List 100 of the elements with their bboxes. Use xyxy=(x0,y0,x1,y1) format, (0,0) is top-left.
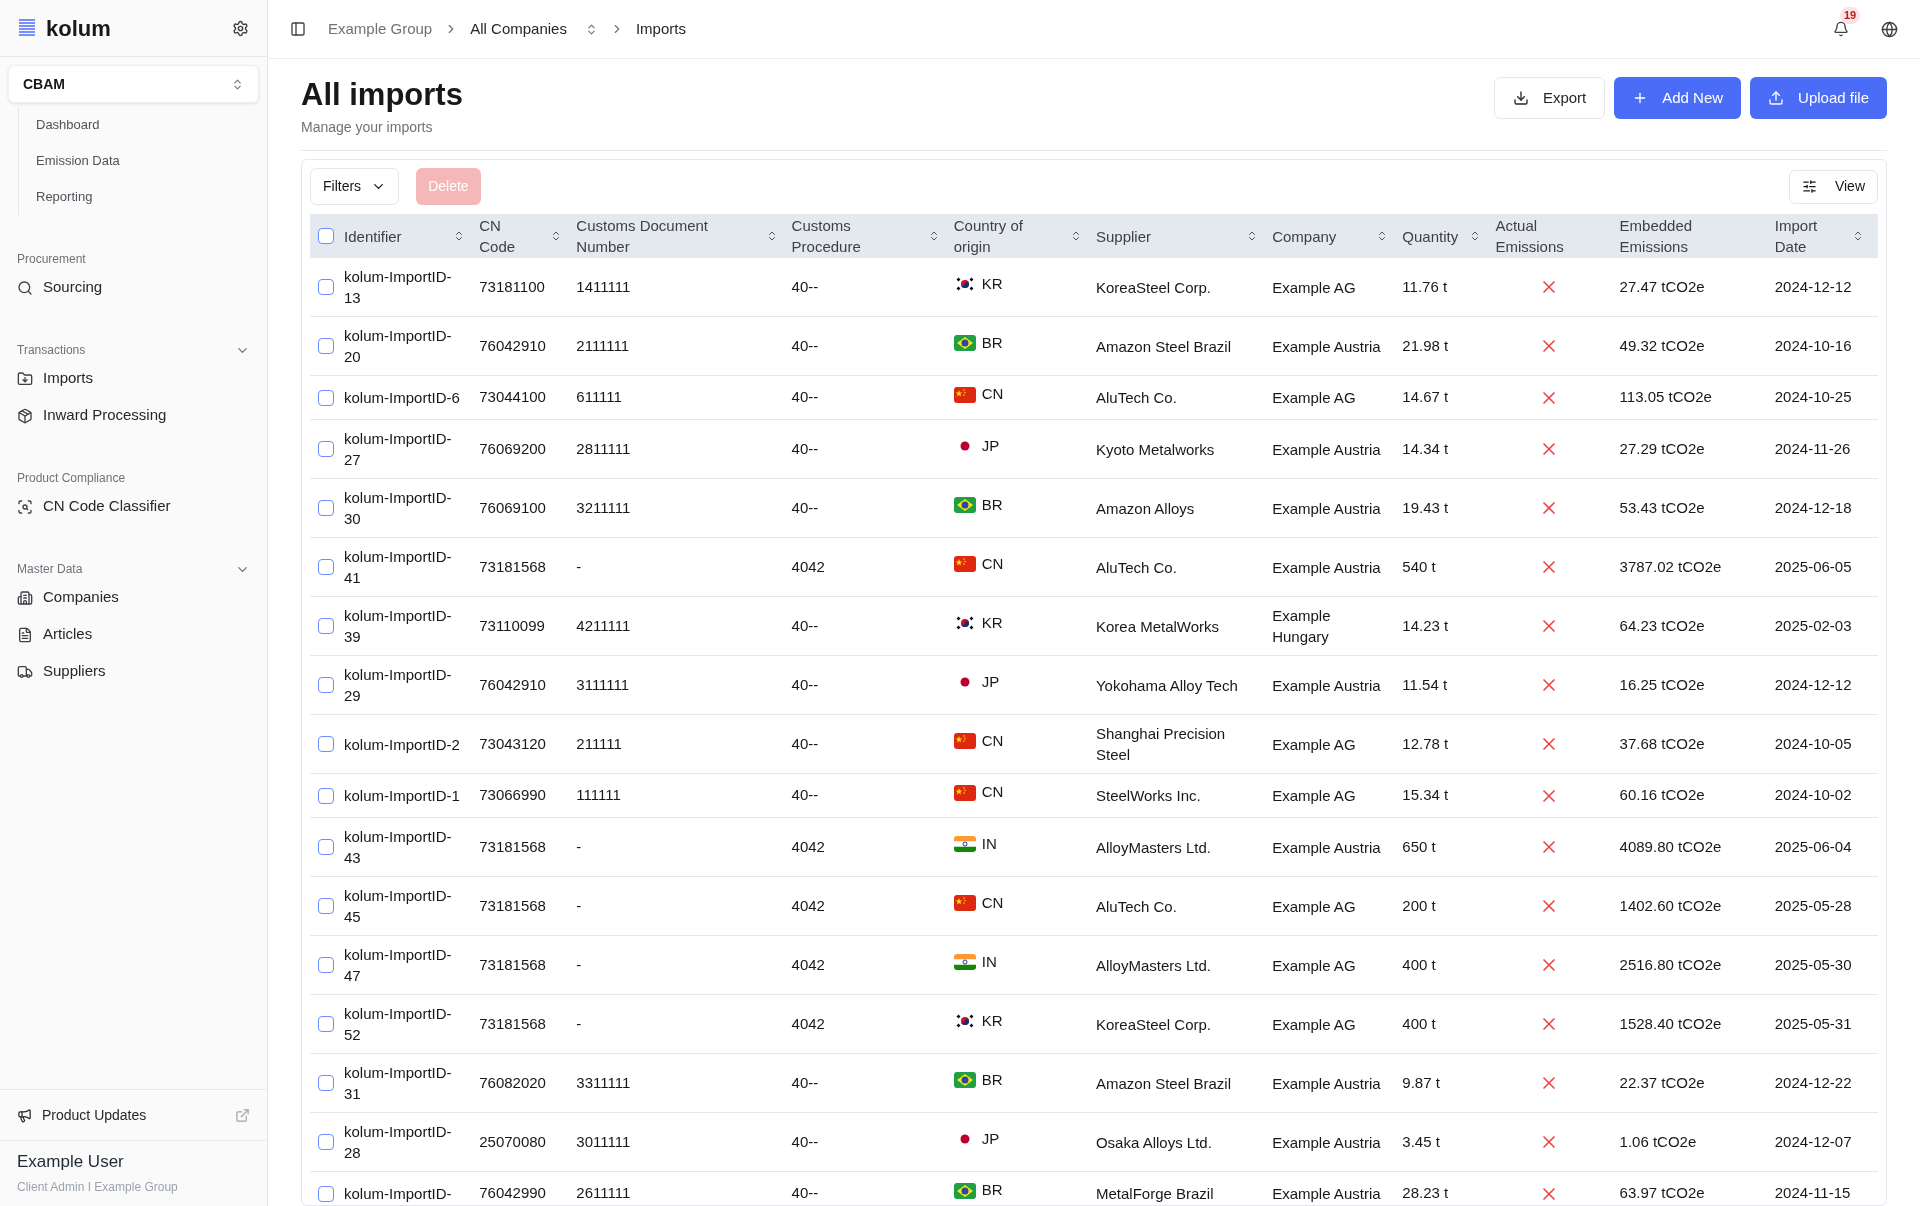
table-cell: 40-- xyxy=(791,498,819,516)
table-cell: 1.06 tCO2e xyxy=(1619,1132,1697,1150)
breadcrumb-link[interactable]: All Companies xyxy=(470,17,567,41)
table-cell-text: kolum-ImportID-28 xyxy=(344,1122,453,1163)
table-cell: - xyxy=(576,837,582,855)
settings-icon[interactable] xyxy=(232,19,249,37)
action-button[interactable]: Upload file xyxy=(1750,77,1887,119)
download-icon xyxy=(1512,90,1529,106)
row-checkbox[interactable] xyxy=(318,1185,334,1202)
row-checkbox[interactable] xyxy=(318,1016,334,1032)
table-cell: 73110099 xyxy=(479,616,545,634)
row-checkbox[interactable] xyxy=(318,1075,334,1091)
table-cell-text: BR xyxy=(981,1069,1003,1090)
table-cell-text: kolum-ImportID-47 xyxy=(344,945,453,986)
filters-button[interactable]: Filters xyxy=(310,168,400,205)
nav-item[interactable]: Suppliers xyxy=(17,653,250,690)
column-header[interactable]: Import Date xyxy=(1774,215,1835,257)
row-checkbox[interactable] xyxy=(318,736,334,752)
view-button[interactable]: View xyxy=(1788,169,1878,204)
table-cell-text: KR xyxy=(981,1010,1003,1031)
row-checkbox[interactable] xyxy=(318,1134,334,1150)
column-header[interactable]: Country of origin xyxy=(953,215,1039,257)
table-cell-text: kolum-ImportID-2 xyxy=(344,734,461,755)
sort-icon[interactable] xyxy=(1852,230,1864,242)
table-cell-text: KoreaSteel Corp. xyxy=(1095,277,1213,298)
table-cell: 3.45 t xyxy=(1402,1132,1440,1150)
module-nav-item[interactable]: Emission Data xyxy=(36,143,267,179)
row-checkbox[interactable] xyxy=(318,441,334,457)
notification-bell-icon[interactable] xyxy=(1833,21,1849,37)
action-button[interactable]: Export xyxy=(1493,77,1606,119)
nav-item[interactable]: Inward Processing xyxy=(17,397,250,434)
action-button[interactable]: Add New xyxy=(1614,77,1742,119)
column-header[interactable]: Supplier xyxy=(1095,225,1151,247)
table-cell: 40-- xyxy=(791,1073,819,1091)
search-icon xyxy=(17,279,33,296)
building-icon xyxy=(17,589,33,606)
table-cell: 2024-10-05 xyxy=(1774,734,1852,752)
external-link-icon xyxy=(235,1107,250,1123)
table-cell: 40-- xyxy=(791,439,819,457)
table-cell: 40-- xyxy=(791,786,819,804)
column-header[interactable]: Embedded Emissions xyxy=(1619,215,1730,257)
sidebar-toggle-icon[interactable] xyxy=(290,21,306,37)
column-header[interactable]: Actual Emissions xyxy=(1495,215,1591,257)
row-checkbox[interactable] xyxy=(318,279,334,295)
table-cell-text: KR xyxy=(981,273,1003,294)
nav-item[interactable]: Articles xyxy=(17,616,250,653)
column-header[interactable]: Customs Procedure xyxy=(791,215,892,257)
table-cell: 2024-12-12 xyxy=(1774,277,1852,295)
module-selector[interactable]: CBAM xyxy=(8,65,259,103)
select-all-checkbox[interactable] xyxy=(318,228,334,244)
table-cell: 2516.80 tCO2e xyxy=(1619,955,1722,973)
table-cell: 27.47 tCO2e xyxy=(1619,277,1705,295)
row-checkbox[interactable] xyxy=(318,957,334,973)
table-cell-text: kolum-ImportID- xyxy=(344,1184,453,1204)
product-updates-link[interactable]: Product Updates xyxy=(0,1090,267,1140)
row-checkbox[interactable] xyxy=(318,559,334,575)
table-cell: 76082020 xyxy=(479,1073,546,1091)
column-header[interactable]: Company xyxy=(1272,225,1337,247)
table-cell: 2024-11-26 xyxy=(1774,439,1851,457)
row-checkbox[interactable] xyxy=(318,389,334,406)
breadcrumb-link[interactable]: Imports xyxy=(635,17,686,41)
table-cell: 14.23 t xyxy=(1402,616,1449,634)
row-checkbox[interactable] xyxy=(318,677,334,693)
table-cell: - xyxy=(576,896,582,914)
row-checkbox[interactable] xyxy=(318,338,334,354)
table-cell-text: JP xyxy=(981,671,1000,692)
breadcrumb-link[interactable]: Example Group xyxy=(328,17,433,41)
column-header[interactable]: Identifier xyxy=(344,225,402,247)
table-cell: 3111111 xyxy=(576,675,630,693)
nav-item[interactable]: CN Code Classifier xyxy=(17,488,250,525)
nav-item[interactable]: Companies xyxy=(17,579,250,616)
table-cell: 73181568 xyxy=(479,837,546,855)
row-checkbox[interactable] xyxy=(318,839,334,855)
table-cell-text: kolum-ImportID-39 xyxy=(344,606,453,647)
table-cell: 2025-02-03 xyxy=(1774,616,1852,634)
column-header[interactable]: Customs Document Number xyxy=(576,215,727,257)
table-cell-text: kolum-ImportID-27 xyxy=(344,429,453,470)
nav-item[interactable]: Sourcing xyxy=(17,269,250,306)
row-checkbox[interactable] xyxy=(318,618,334,634)
table-cell: 3311111 xyxy=(576,1073,631,1091)
module-nav-item[interactable]: Dashboard xyxy=(36,107,267,143)
column-header[interactable]: Quantity xyxy=(1402,225,1459,247)
table-cell-text: SteelWorks Inc. xyxy=(1095,786,1202,806)
language-icon[interactable] xyxy=(1881,20,1898,38)
nav-item[interactable]: Imports xyxy=(17,360,250,397)
up-down-chevron-icon xyxy=(231,77,244,91)
row-checkbox[interactable] xyxy=(318,898,334,914)
table-cell-text: Example AG xyxy=(1272,1014,1357,1035)
table-cell: 40-- xyxy=(791,616,819,634)
table-cell-text: Kyoto Metalworks xyxy=(1095,439,1216,460)
table-cell-text: CN xyxy=(981,730,1004,751)
table-cell: 15.34 t xyxy=(1402,786,1449,804)
table-cell: 40-- xyxy=(791,675,819,693)
row-checkbox[interactable] xyxy=(318,500,334,516)
table-cell-text: kolum-ImportID-43 xyxy=(344,827,453,868)
module-nav-item[interactable]: Reporting xyxy=(36,179,267,215)
table-cell-text: AlloyMasters Ltd. xyxy=(1095,837,1212,858)
row-checkbox[interactable] xyxy=(318,787,334,804)
column-header[interactable]: CN Code xyxy=(479,215,525,257)
page-subtitle: Manage your imports xyxy=(301,118,434,137)
